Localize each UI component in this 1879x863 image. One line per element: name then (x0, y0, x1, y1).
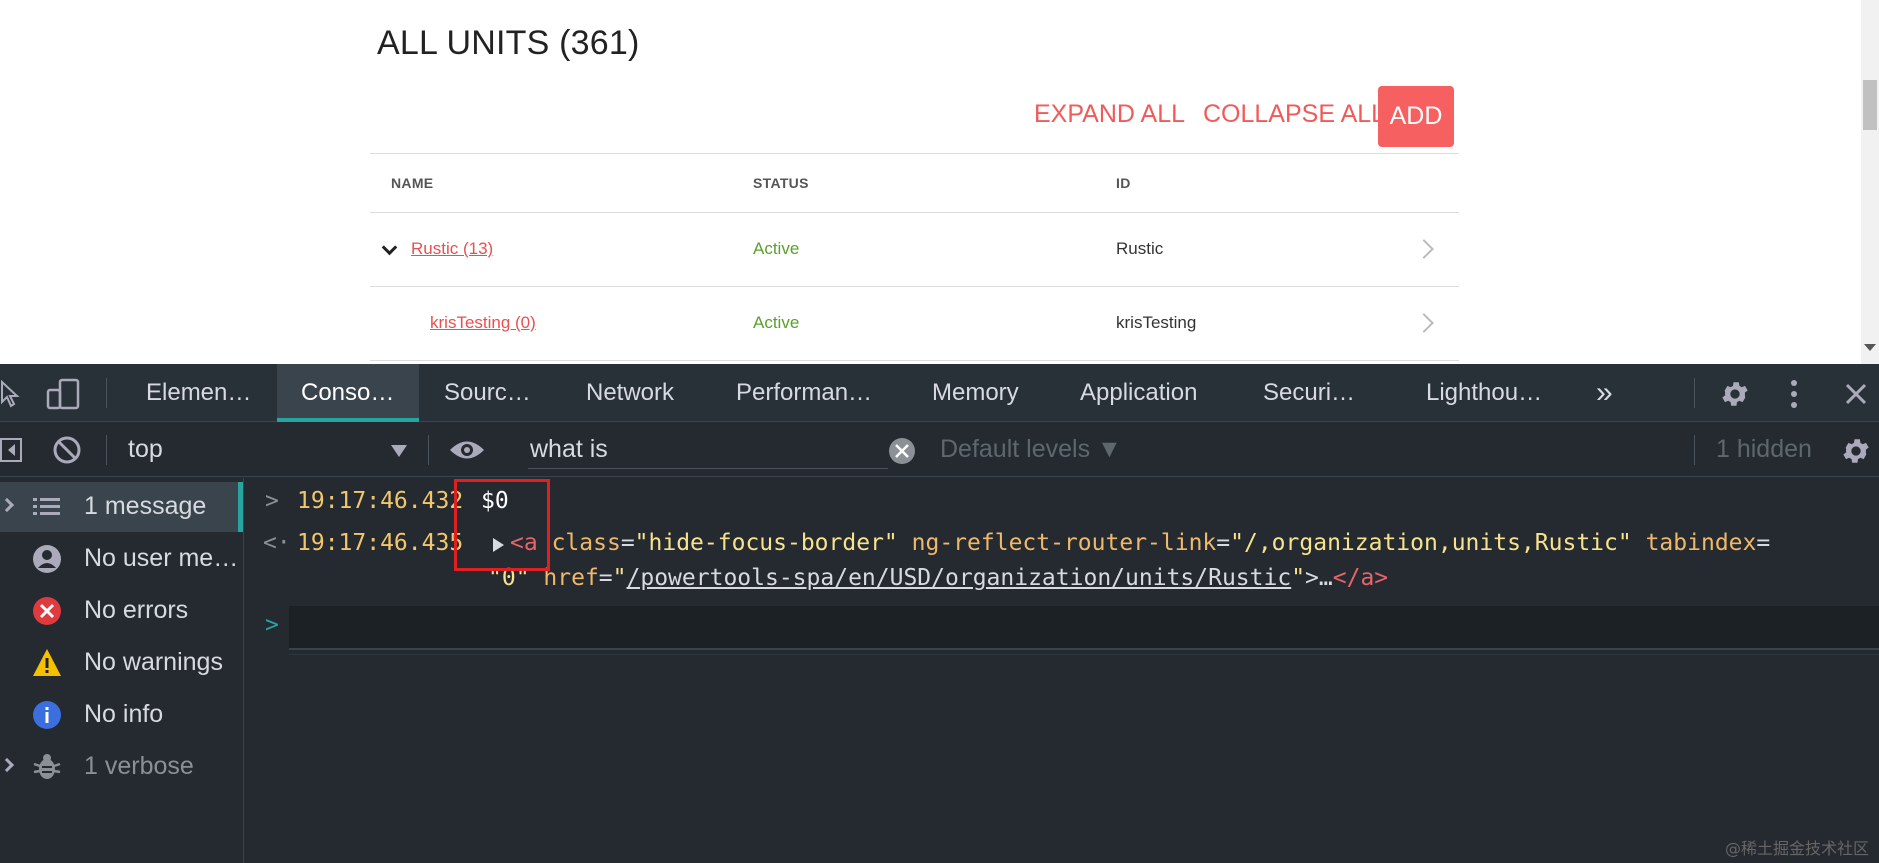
bug-icon (33, 754, 61, 779)
clear-console-icon[interactable] (52, 435, 82, 465)
chevron-down-icon[interactable] (381, 239, 398, 256)
tab-sources[interactable]: Sourc… (444, 364, 544, 422)
devtools-panel: Elemen… Conso… Sourc… Network Performan…… (0, 364, 1879, 863)
divider (370, 360, 1459, 361)
element-result-line-1[interactable]: <a class="hide-focus-border" ng-reflect-… (510, 530, 1770, 556)
column-header-status[interactable]: STATUS (753, 175, 809, 191)
sidebar-item-messages[interactable]: 1 message (0, 482, 243, 532)
chevron-right-icon[interactable] (1414, 313, 1434, 333)
unit-name-link[interactable]: krisTesting (0) (430, 313, 536, 333)
filter-input[interactable]: what is (530, 435, 608, 464)
toggle-sidebar-icon[interactable] (0, 437, 24, 463)
divider (289, 654, 1879, 655)
separator (106, 378, 107, 408)
console-toolbar: top what is Default levels ▼ 1 hidden (0, 423, 1879, 477)
timestamp: 19:17:46.435 (297, 530, 464, 556)
sidebar-item-warnings[interactable]: No warnings (0, 638, 243, 688)
chevron-right-icon[interactable] (0, 757, 15, 773)
column-header-id[interactable]: ID (1116, 175, 1131, 191)
inspect-element-icon[interactable] (0, 380, 24, 408)
highlight-box (454, 479, 550, 571)
user-icon (33, 545, 61, 573)
separator (1694, 435, 1695, 465)
page-title: ALL UNITS (361) (377, 24, 640, 62)
sidebar-item-label: 1 message (84, 492, 207, 520)
id-text: krisTesting (1116, 313, 1197, 332)
tab-lighthouse[interactable]: Lighthou… (1426, 364, 1556, 422)
settings-gear-icon[interactable] (1719, 378, 1751, 410)
sidebar-item-verbose[interactable]: 1 verbose (0, 742, 243, 792)
tab-application[interactable]: Application (1080, 364, 1220, 422)
divider (370, 286, 1459, 287)
unit-name-link[interactable]: Rustic (13) (411, 239, 493, 259)
warning-icon (33, 649, 61, 676)
devtools-tab-bar: Elemen… Conso… Sourc… Network Performan…… (0, 364, 1879, 422)
sidebar-item-errors[interactable]: No errors (0, 586, 243, 636)
web-page: ALL UNITS (361) EXPAND ALL COLLAPSE ALL … (0, 0, 1879, 364)
sidebar-item-label: No info (84, 700, 164, 728)
device-toolbar-icon[interactable] (46, 378, 82, 410)
scroll-down-arrow-icon[interactable] (1864, 344, 1876, 351)
add-button[interactable]: ADD (1378, 86, 1454, 147)
scrollbar-thumb[interactable] (1863, 80, 1877, 130)
expand-all-button[interactable]: EXPAND ALL (1034, 100, 1185, 129)
column-header-name[interactable]: NAME (391, 175, 433, 191)
separator (106, 435, 107, 465)
element-result-line-2[interactable]: "0" href="/powertools-spa/en/USD/organiz… (488, 565, 1388, 591)
timestamp: 19:17:46.432 (297, 488, 464, 514)
chevron-right-icon[interactable] (0, 497, 15, 513)
status-text: Active (753, 313, 800, 332)
sidebar-item-label: No user me… (84, 544, 239, 572)
log-levels-dropdown[interactable]: Default levels ▼ (940, 435, 1122, 464)
context-value[interactable]: top (128, 435, 163, 464)
tab-network[interactable]: Network (586, 364, 696, 422)
separator (428, 435, 429, 465)
result-arrow-icon: <· (263, 530, 291, 556)
divider (370, 153, 1459, 154)
console-settings-gear-icon[interactable] (1840, 435, 1872, 467)
prompt-chevron-icon: > (265, 612, 279, 638)
chevron-down-icon[interactable] (391, 445, 407, 457)
console-output: > 19:17:46.432 $0 <· 19:17:46.435 <a cla… (245, 478, 1879, 863)
page-scrollbar[interactable] (1861, 0, 1879, 364)
more-options-icon[interactable] (1788, 378, 1800, 410)
console-prompt-input[interactable] (289, 606, 1879, 650)
sidebar-item-label: No errors (84, 596, 189, 624)
list-icon (33, 498, 60, 515)
close-devtools-icon[interactable] (1844, 382, 1868, 406)
chevron-right-icon[interactable] (1414, 239, 1434, 259)
info-icon (33, 701, 61, 729)
sidebar-item-info[interactable]: No info (0, 690, 243, 740)
sidebar-item-label: 1 verbose (84, 752, 194, 780)
error-icon (33, 597, 61, 625)
more-tabs-button[interactable]: » (1596, 364, 1626, 422)
status-text: Active (753, 239, 800, 258)
divider (370, 212, 1459, 213)
tab-memory[interactable]: Memory (932, 364, 1042, 422)
tab-console[interactable]: Conso… (277, 364, 419, 422)
sidebar-item-label: No warnings (84, 648, 223, 676)
tab-security[interactable]: Securi… (1263, 364, 1363, 422)
clear-filter-icon[interactable] (888, 437, 916, 465)
href-link[interactable]: /powertools-spa/en/USD/organization/unit… (627, 565, 1292, 591)
tab-elements[interactable]: Elemen… (130, 364, 262, 422)
sidebar-item-user-messages[interactable]: No user me… (0, 534, 243, 584)
separator (1694, 378, 1695, 408)
console-sidebar: 1 message No user me… No errors No warni… (0, 478, 244, 863)
tab-performance[interactable]: Performan… (736, 364, 896, 422)
watermark: @稀土掘金技术社区 (1724, 839, 1869, 858)
input-prompt-icon: > (265, 488, 279, 514)
id-text: Rustic (1116, 239, 1164, 258)
hidden-count: 1 hidden (1716, 435, 1812, 463)
filter-input-wrapper[interactable]: what is (528, 431, 888, 469)
live-expression-eye-icon[interactable] (448, 437, 486, 463)
collapse-all-button[interactable]: COLLAPSE ALL (1203, 100, 1385, 129)
